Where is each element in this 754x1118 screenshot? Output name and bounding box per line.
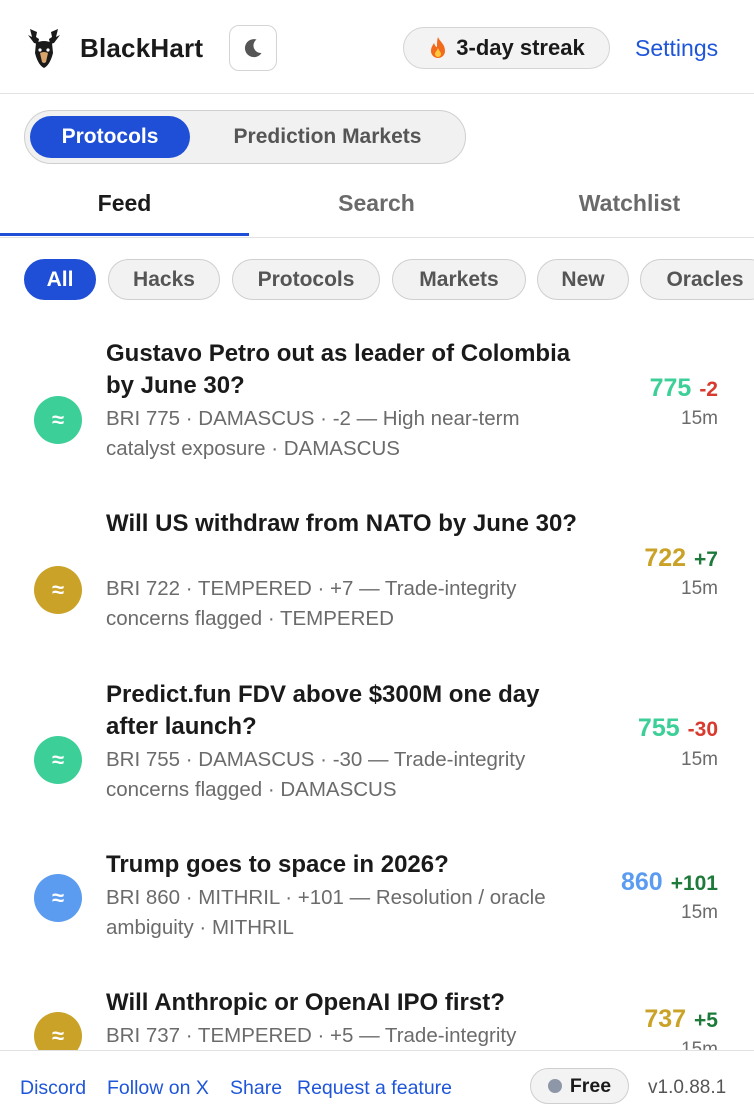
filter-chip-markets[interactable]: Markets [392, 259, 526, 300]
filter-chip-protocols[interactable]: Protocols [232, 259, 380, 300]
feed-item-score-group: 722 +7 [644, 544, 718, 573]
feed-item-time: 15m [681, 1039, 718, 1050]
tab-feed[interactable]: Feed [0, 172, 249, 234]
feed-item-delta: +7 [694, 548, 718, 571]
feed-item-title: Will US withdraw from NATO by June 30? [106, 510, 577, 537]
feed-item-time: 15m [681, 902, 718, 923]
footer: Discord Follow on X Share Request a feat… [0, 1050, 754, 1118]
feed-item-score: 722 [644, 544, 687, 572]
footer-link-follow-x[interactable]: Follow on X [107, 1077, 209, 1100]
feed-item-subtitle: BRI 722 · TEMPERED · +7 — Trade-integrit… [106, 577, 517, 630]
feed-item[interactable]: ≈ Will Anthropic or OpenAI IPO first? BR… [0, 987, 754, 1050]
segment-prediction-markets[interactable]: Prediction Markets [200, 116, 455, 158]
feed-item-subtitle: BRI 737 · TEMPERED · +5 — Trade-integrit… [106, 1024, 517, 1047]
feed-item-score-group: 737 +5 [644, 1005, 718, 1034]
filter-chip-hacks[interactable]: Hacks [108, 259, 220, 300]
feed-item-title: Trump goes to space in 2026? [106, 851, 449, 878]
approx-icon: ≈ [51, 1023, 65, 1048]
active-tab-indicator [0, 233, 249, 236]
feed-item-title: Predict.fun FDV above $300M one day afte… [106, 681, 540, 740]
feed-item[interactable]: ≈ Gustavo Petro out as leader of Colombi… [0, 338, 754, 488]
feed-item-score-group: 775 -2 [650, 374, 718, 403]
theme-toggle-button[interactable] [229, 25, 277, 71]
feed-item-subtitle: BRI 775 · DAMASCUS · -2 — High near-term… [106, 407, 520, 460]
segment-protocols[interactable]: Protocols [30, 116, 190, 158]
footer-link-request-feature[interactable]: Request a feature [297, 1077, 452, 1100]
feed-item-score-group: 755 -30 [638, 714, 718, 743]
feed-list: ≈ Gustavo Petro out as leader of Colombi… [0, 320, 754, 1050]
fire-icon [431, 37, 446, 58]
feed-item[interactable]: ≈ Trump goes to space in 2026? BRI 860 ·… [0, 849, 754, 969]
streak-label: 3-day streak [456, 35, 585, 60]
feed-item-score: 775 [649, 374, 692, 402]
filter-chip-oracles[interactable]: Oracles [640, 259, 754, 300]
feed-item-time: 15m [681, 749, 718, 770]
footer-link-discord[interactable]: Discord [20, 1077, 86, 1100]
tab-watchlist[interactable]: Watchlist [505, 172, 754, 234]
feed-item-badge: ≈ [34, 566, 82, 614]
mode-segment: Protocols Prediction Markets [24, 110, 466, 164]
streak-badge: 3-day streak [403, 27, 610, 69]
feed-item-title: Will Anthropic or OpenAI IPO first? [106, 989, 505, 1016]
feed-item-badge: ≈ [34, 736, 82, 784]
feed-item[interactable]: ≈ Predict.fun FDV above $300M one day af… [0, 679, 754, 829]
approx-icon: ≈ [51, 747, 65, 772]
header: BlackHart 3-day streak Settings [0, 0, 754, 94]
approx-icon: ≈ [51, 407, 65, 432]
feed-item-subtitle: BRI 860 · MITHRIL · +101 — Resolution / … [106, 886, 546, 939]
moon-icon [244, 39, 262, 58]
plan-badge[interactable]: Free [530, 1068, 629, 1104]
feed-item-score: 755 [637, 714, 680, 742]
feed-item[interactable]: ≈ Will US withdraw from NATO by June 30?… [0, 508, 754, 658]
plan-status-dot [547, 1079, 562, 1093]
approx-icon: ≈ [51, 577, 65, 602]
plan-label: Free [569, 1074, 612, 1097]
feed-item-badge: ≈ [34, 396, 82, 444]
feed-item-badge: ≈ [34, 1012, 82, 1050]
settings-link[interactable]: Settings [635, 35, 718, 62]
approx-icon: ≈ [51, 885, 65, 910]
version-label: v1.0.88.1 [648, 1077, 727, 1098]
tab-search[interactable]: Search [252, 172, 501, 234]
feed-item-badge: ≈ [34, 874, 82, 922]
feed-item-delta: -30 [687, 718, 718, 741]
feed-item-time: 15m [681, 578, 718, 599]
filter-chip-new[interactable]: New [537, 259, 629, 300]
feed-item-delta: +101 [670, 872, 718, 895]
feed-item-title: Gustavo Petro out as leader of Colombia … [106, 340, 571, 399]
brand-name: BlackHart [80, 33, 204, 63]
feed-item-delta: +5 [694, 1009, 718, 1032]
filter-chip-all[interactable]: All [24, 259, 96, 300]
feed-item-score: 860 [620, 868, 663, 896]
feed-item-subtitle: BRI 755 · DAMASCUS · -30 — Trade-integri… [106, 748, 526, 801]
feed-item-score-group: 860 +101 [621, 868, 718, 897]
filter-chips: All Hacks Protocols Markets New Oracles [0, 259, 754, 301]
feed-item-delta: -2 [699, 378, 718, 401]
footer-link-share[interactable]: Share [230, 1077, 282, 1100]
feed-item-score: 737 [644, 1005, 687, 1033]
main-tabs: Feed Search Watchlist [0, 172, 754, 238]
feed-item-time: 15m [681, 408, 718, 429]
stag-head-icon [28, 29, 60, 68]
